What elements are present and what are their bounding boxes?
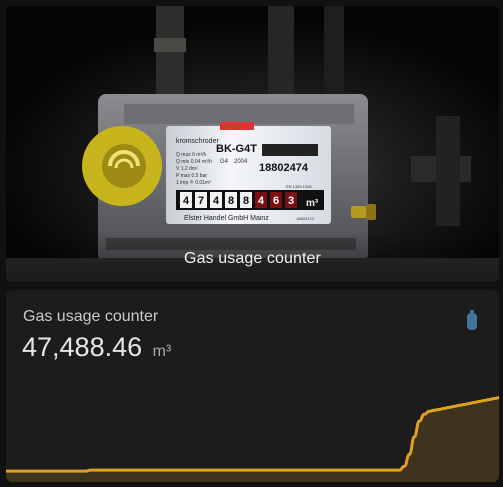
picture-caption: Gas usage counter [184,250,321,267]
meter-qmin: Q min 0.04 m³/h [176,159,212,165]
meter-digit: 3 [288,196,295,208]
meter-digit: 8 [243,196,250,208]
meter-pmax: P max 0.5 bar [176,173,207,179]
meter-digit: 6 [273,196,280,208]
sensor-unit: m³ [152,343,172,360]
sensor-name: Gas usage counter [23,308,159,325]
usage-graph [6,396,499,482]
sensor-state: 47,488.46 m³ [22,332,171,363]
sensor-card[interactable]: Gas usage counter 47,488.46 m³ [6,290,499,482]
meter-v: V 1.2 dm³ [176,166,198,172]
meter-model: BK-G4T [216,143,257,155]
meter-digit: 4 [183,196,190,208]
meter-maker: Elster Handel GmbH Mainz [184,215,269,222]
meter-year: 2004 [234,159,248,165]
meter-g: G4 [220,159,229,165]
meter-imp: 1 imp ≙ 0.01m³ [176,179,211,186]
meter-serial-small: 18802474 [296,216,315,221]
meter-digit: 7 [198,196,205,208]
meter-digit: 4 [258,196,265,208]
gas-cylinder-icon [467,310,477,330]
caption-bar: Gas usage counter [6,232,499,282]
meter-digit: 8 [228,196,235,208]
meter-brand: kromschroder [176,138,219,145]
meter-en: EN 1359 1998 [286,184,312,189]
picture-card[interactable]: kromschroder BK-G4T 18802474 Q max 6 m³/… [6,6,499,282]
meter-digit: 4 [213,196,220,208]
meter-qmax: Q max 6 m³/h [176,152,207,158]
meter-counter-unit: m³ [306,198,319,209]
meter-serial: 18802474 [259,162,309,174]
sensor-value: 47,488.46 [22,332,143,362]
